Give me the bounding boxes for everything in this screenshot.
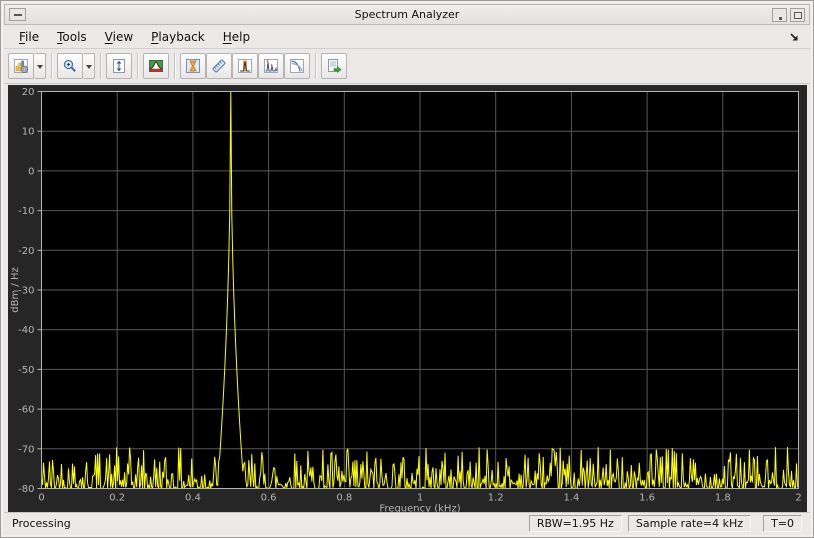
toolbar	[4, 49, 810, 84]
toolbar-separator	[51, 53, 52, 79]
x-tick-label: 1.4	[563, 493, 579, 504]
cursor-measurements-button[interactable]	[180, 53, 206, 79]
menu-bar: File Tools View Playback Help	[4, 26, 810, 49]
toolbar-separator	[100, 53, 101, 79]
status-message: Processing	[12, 517, 71, 530]
distortion-measurements-button[interactable]	[258, 53, 284, 79]
x-tick-label: 1.2	[488, 493, 504, 504]
maximize-button[interactable]	[790, 8, 805, 22]
configuration-properties-dropdown[interactable]	[34, 53, 46, 79]
cursor-measurements-icon	[185, 58, 201, 74]
y-tick-label: 20	[22, 87, 35, 98]
ccdf-measurements-icon	[289, 58, 305, 74]
x-tick-label: 0.4	[185, 493, 201, 504]
zoom-in-dropdown[interactable]	[83, 53, 95, 79]
dock-arrow-icon	[790, 33, 798, 41]
window-title: Spectrum Analyzer	[354, 8, 460, 21]
y-tick-label: 10	[22, 127, 35, 138]
spectrum-settings-icon	[148, 58, 164, 74]
y-tick-label: -60	[18, 405, 34, 416]
ccdf-measurements-button[interactable]	[284, 53, 310, 79]
spectrum-analyzer-window: Spectrum Analyzer File Tools View Playback H…	[0, 0, 814, 538]
rbw-field: RBW=1.95 Hz	[528, 515, 622, 532]
sample-rate-field: Sample rate=4 kHz	[627, 515, 752, 532]
toolbar-separator	[174, 53, 175, 79]
x-tick-label: 2	[795, 493, 801, 504]
y-axis-label: dBm / Hz	[10, 267, 21, 312]
fit-to-view-button[interactable]	[106, 53, 132, 79]
configuration-properties-button[interactable]	[8, 53, 34, 79]
menu-view[interactable]: View	[96, 27, 142, 47]
x-tick-label: 1.8	[715, 493, 731, 504]
spectrum-plot[interactable]: 20 10 0 -10 -20 -30 -40 -50 -60 -70 -80 0 0.2 0.4 0.6 0…	[8, 85, 807, 515]
step-forward-button[interactable]	[321, 53, 347, 79]
x-tick-label: 0.6	[261, 493, 277, 504]
title-bar[interactable]: Spectrum Analyzer	[4, 4, 810, 25]
x-tick-label: 0.2	[109, 493, 125, 504]
menu-help[interactable]: Help	[214, 27, 259, 47]
y-tick-label: -70	[18, 444, 34, 455]
signal-statistics-button[interactable]	[206, 53, 232, 79]
y-tick-label: -20	[18, 246, 34, 257]
toolbar-separator	[315, 53, 316, 79]
zoom-in-button[interactable]	[57, 53, 83, 79]
y-tick-label: -10	[18, 206, 34, 217]
scope-config-icon	[13, 58, 29, 74]
x-tick-label: 1.6	[639, 493, 655, 504]
x-tick-label: 0.8	[336, 493, 352, 504]
fit-to-view-icon	[111, 58, 127, 74]
minimize-button[interactable]	[772, 8, 787, 22]
y-tick-label: -80	[18, 484, 34, 495]
menu-tools[interactable]: Tools	[48, 27, 96, 47]
status-bar: Processing RBW=1.95 Hz Sample rate=4 kHz…	[4, 512, 810, 534]
zoom-in-icon	[62, 58, 78, 74]
signal-statistics-icon	[211, 58, 227, 74]
spectrum-settings-button[interactable]	[143, 53, 169, 79]
distortion-measurements-icon	[263, 58, 279, 74]
peak-finder-button[interactable]	[232, 53, 258, 79]
toolbar-separator	[137, 53, 138, 79]
peak-finder-icon	[237, 58, 253, 74]
dock-button[interactable]	[788, 30, 802, 44]
time-field: T=0	[763, 515, 802, 532]
y-tick-label: 0	[28, 166, 34, 177]
step-forward-icon	[326, 58, 342, 74]
menu-file[interactable]: File	[10, 27, 48, 47]
maximize-icon	[794, 12, 802, 19]
x-tick-label: 0	[38, 493, 44, 504]
y-tick-label: -50	[18, 365, 34, 376]
y-tick-label: -40	[18, 325, 34, 336]
minimize-icon	[779, 17, 782, 20]
menu-playback[interactable]: Playback	[142, 27, 214, 47]
spectrum-chart: 20100-10-20-30-40-50-60-70-800 0.2 0.4 0.6 0…	[10, 87, 802, 515]
x-tick-label: 1	[417, 493, 423, 504]
x-axis-label: Frequency (kHz)	[379, 504, 460, 513]
